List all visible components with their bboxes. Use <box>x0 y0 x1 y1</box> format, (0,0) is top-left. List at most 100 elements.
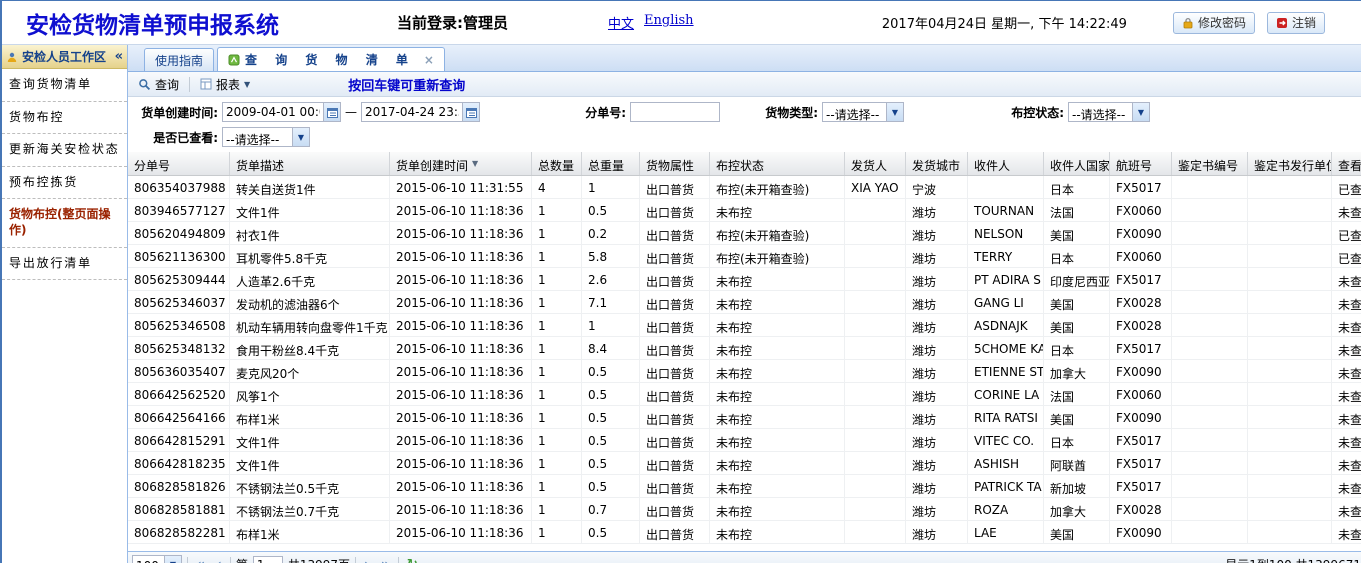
table-row[interactable]: 805621136300耳机零件5.8千克2015-06-10 11:18:36… <box>128 245 1361 268</box>
sidebar-item[interactable]: 查 询 货 物 清 单 <box>2 69 127 102</box>
column-header[interactable]: 货单描述 <box>230 152 390 175</box>
table-cell: 805625346037 <box>128 291 230 313</box>
table-row[interactable]: 806642815291文件1件2015-06-10 11:18:3610.5出… <box>128 429 1361 452</box>
create-time-to-input[interactable] <box>362 103 462 121</box>
chevron-down-icon[interactable]: ▼ <box>292 128 309 146</box>
table-row[interactable]: 806828582281布样1米2015-06-10 11:18:3610.5出… <box>128 521 1361 544</box>
table-row[interactable]: 805620494809衬衣1件2015-06-10 11:18:3610.2出… <box>128 222 1361 245</box>
table-cell: 2015-06-10 11:18:36 <box>390 452 532 474</box>
refresh-icon[interactable]: ↻ <box>404 558 421 563</box>
table-cell: 0.5 <box>582 406 640 428</box>
column-header[interactable]: 收件人国家 <box>1044 152 1110 175</box>
sidebar-item[interactable]: 导 出 放 行 清 单 <box>2 248 127 281</box>
last-page-button[interactable]: » <box>378 558 393 563</box>
table-row[interactable]: 805625346037发动机的滤油器6个2015-06-10 11:18:36… <box>128 291 1361 314</box>
lang-chinese-link[interactable]: 中文 <box>608 13 634 32</box>
suborder-label: 分单号: <box>574 104 630 121</box>
table-row[interactable]: 806828581881不锈钢法兰0.7千克2015-06-10 11:18:3… <box>128 498 1361 521</box>
create-time-label: 货单创建时间: <box>134 104 222 121</box>
column-header[interactable]: 收件人 <box>968 152 1044 175</box>
query-button[interactable]: 查询 <box>134 75 183 94</box>
filter-row-2: 是否已查看: --请选择-- ▼ <box>134 126 1361 148</box>
column-header[interactable]: 鉴定书编号 <box>1172 152 1248 175</box>
column-header[interactable]: 查看状态 <box>1332 152 1361 175</box>
tab-query-cargo-list[interactable]: 查 询 货 物 清 单 × <box>217 47 445 71</box>
table-cell: 1 <box>532 314 582 336</box>
calendar-icon[interactable] <box>323 103 340 121</box>
table-row[interactable]: 806828581826不锈钢法兰0.5千克2015-06-10 11:18:3… <box>128 475 1361 498</box>
app-window: 安检货物清单预申报系统 当前登录:管理员 中文 English 2017年04月… <box>0 0 1361 563</box>
report-icon <box>200 78 212 90</box>
table-cell: 7.1 <box>582 291 640 313</box>
column-header[interactable]: 鉴定书发行单位 <box>1248 152 1332 175</box>
table-cell: 转关自送货1件 <box>230 176 390 198</box>
suborder-input[interactable] <box>630 102 720 122</box>
collapse-panel-icon[interactable]: « <box>115 49 123 64</box>
table-row[interactable]: 805625309444人造革2.6千克2015-06-10 11:18:361… <box>128 268 1361 291</box>
column-header-label: 发货人 <box>851 157 887 175</box>
logout-button[interactable]: 注销 <box>1267 12 1325 34</box>
table-row[interactable]: 806642818235文件1件2015-06-10 11:18:3610.5出… <box>128 452 1361 475</box>
calendar-icon[interactable] <box>462 103 479 121</box>
table-cell: 布控(未开箱查验) <box>710 222 845 244</box>
column-header[interactable]: 发货人 <box>845 152 906 175</box>
table-cell: 803946577127 <box>128 199 230 221</box>
table-cell: 0.5 <box>582 475 640 497</box>
next-page-button[interactable]: › <box>361 558 373 563</box>
table-cell: 0.5 <box>582 429 640 451</box>
column-header[interactable]: 货物属性 <box>640 152 710 175</box>
column-header[interactable]: 分单号 <box>128 152 230 175</box>
table-cell: FX0028 <box>1110 314 1172 336</box>
chevron-down-icon[interactable]: ▼ <box>886 103 903 121</box>
table-cell: FX5017 <box>1110 337 1172 359</box>
column-header[interactable]: 航班号 <box>1110 152 1172 175</box>
cargo-type-select[interactable]: --请选择-- ▼ <box>822 102 904 122</box>
table-cell: LAE <box>968 521 1044 543</box>
sidebar-item[interactable]: 货物布控(整页面操作) <box>2 199 127 247</box>
chevron-down-icon[interactable]: ▼ <box>164 556 181 563</box>
lock-icon <box>1182 17 1194 29</box>
table-row[interactable]: 806642564166布样1米2015-06-10 11:18:3610.5出… <box>128 406 1361 429</box>
table-cell: 布样1米 <box>230 521 390 543</box>
table-cell: 1 <box>532 337 582 359</box>
table-cell: 不锈钢法兰0.7千克 <box>230 498 390 520</box>
page-size-value: 100 <box>133 556 164 563</box>
column-header[interactable]: 总数量 <box>532 152 582 175</box>
first-page-button[interactable]: « <box>193 558 208 563</box>
lang-english-link[interactable]: English <box>644 13 694 32</box>
control-status-select[interactable]: --请选择-- ▼ <box>1068 102 1150 122</box>
table-cell: 文件1件 <box>230 452 390 474</box>
column-header[interactable]: 布控状态 <box>710 152 845 175</box>
page-size-select[interactable]: 100 ▼ <box>132 555 182 563</box>
table-row[interactable]: 805625346508机动车辆用转向盘零件1千克2015-06-10 11:1… <box>128 314 1361 337</box>
table-row[interactable]: 805636035407麦克风20个2015-06-10 11:18:3610.… <box>128 360 1361 383</box>
table-row[interactable]: 805625348132食用干粉丝8.4千克2015-06-10 11:18:3… <box>128 337 1361 360</box>
sidebar-item[interactable]: 预 布 控 拣 货 <box>2 167 127 200</box>
table-row[interactable]: 806642562520风筝1个2015-06-10 11:18:3610.5出… <box>128 383 1361 406</box>
table-row[interactable]: 803946577127文件1件2015-06-10 11:18:3610.5出… <box>128 199 1361 222</box>
table-cell: 美国 <box>1044 222 1110 244</box>
table-row[interactable]: 806354037988转关自送货1件2015-06-10 11:31:5541… <box>128 176 1361 199</box>
create-time-from-input[interactable] <box>223 103 323 121</box>
prev-page-button[interactable]: ‹ <box>213 558 225 563</box>
column-header[interactable]: 总重量 <box>582 152 640 175</box>
sidebar-item[interactable]: 更 新 海 关 安 检 状 态 <box>2 134 127 167</box>
chevron-down-icon[interactable]: ▼ <box>1132 103 1149 121</box>
column-header[interactable]: 发货城市 <box>906 152 968 175</box>
table-cell: 未查看 <box>1332 199 1361 221</box>
table-cell: 1 <box>532 475 582 497</box>
table-cell: 2015-06-10 11:18:36 <box>390 429 532 451</box>
table-cell <box>1172 475 1248 497</box>
tab-usage-guide[interactable]: 使用指南 <box>144 48 214 71</box>
column-header[interactable]: 货单创建时间▼ <box>390 152 532 175</box>
table-cell: 法国 <box>1044 383 1110 405</box>
viewed-select[interactable]: --请选择-- ▼ <box>222 127 310 147</box>
page-number-input[interactable] <box>253 556 283 563</box>
change-password-button[interactable]: 修改密码 <box>1173 12 1255 34</box>
report-menu-button[interactable]: 报表 ▼ <box>196 75 254 94</box>
table-cell: 出口普货 <box>640 406 710 428</box>
sidebar-item[interactable]: 货 物 布 控 <box>2 102 127 135</box>
close-icon[interactable]: × <box>424 53 434 67</box>
tab-bar: 使用指南 查 询 货 物 清 单 × <box>128 45 1361 72</box>
table-cell: 不锈钢法兰0.5千克 <box>230 475 390 497</box>
